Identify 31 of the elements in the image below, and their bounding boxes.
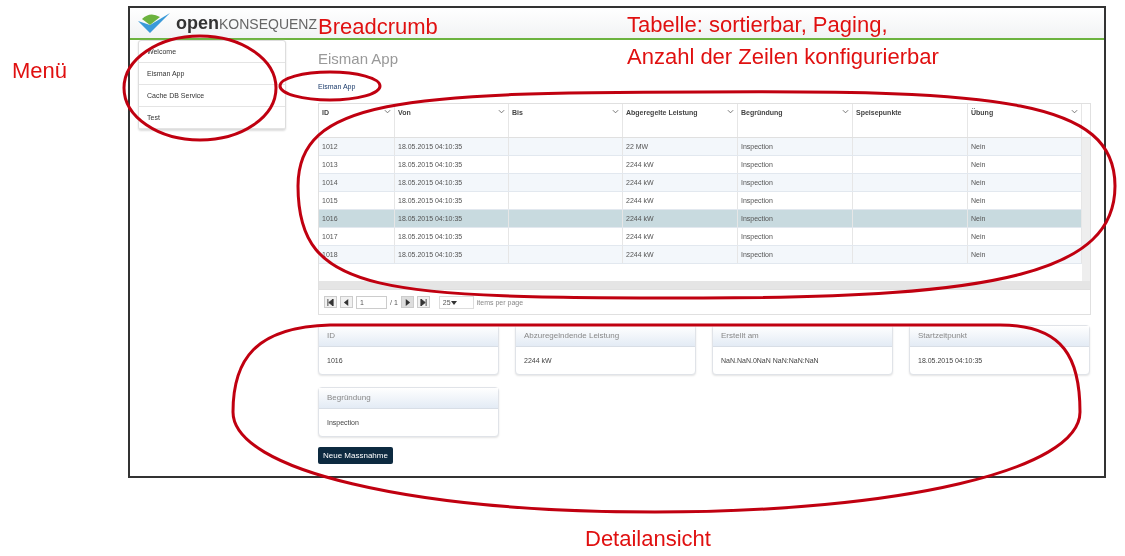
sort-chevron-icon[interactable] xyxy=(384,109,391,114)
sort-chevron-icon[interactable] xyxy=(842,109,849,114)
vertical-scrollbar[interactable] xyxy=(1082,138,1090,281)
annotation-label: Menü xyxy=(12,58,68,84)
page-title: Eisman App xyxy=(318,50,399,67)
card-label: Begründung xyxy=(319,388,498,409)
first-page-button[interactable] xyxy=(324,296,337,308)
sort-chevron-icon[interactable] xyxy=(1071,109,1078,114)
next-page-button[interactable] xyxy=(400,296,414,308)
last-page-icon xyxy=(419,298,427,306)
annotation-label: Detailansicht xyxy=(585,526,711,552)
card-label: ID xyxy=(319,326,498,347)
new-measure-button[interactable]: Neue Massnahme xyxy=(318,447,393,464)
caret-icon xyxy=(450,300,457,305)
annotation-label: Tabelle: sortierbar, Paging, xyxy=(627,12,888,38)
previous-page-button[interactable] xyxy=(340,296,353,308)
card-label: Abzuregelndende Leistung xyxy=(516,326,695,347)
sort-chevron-icon[interactable] xyxy=(498,109,505,114)
logo-text: openKONSEQUENZ xyxy=(176,12,317,34)
logo-icon xyxy=(136,11,172,35)
last-page-button[interactable] xyxy=(416,296,430,308)
sort-chevron-icon[interactable] xyxy=(727,109,734,114)
previous-page-icon xyxy=(343,298,350,306)
sort-chevron-icon[interactable] xyxy=(612,109,619,114)
annotation-label: Breadcrumb xyxy=(318,14,438,40)
first-page-icon xyxy=(327,298,334,306)
next-page-icon xyxy=(403,298,411,306)
card-label: Erstellt am xyxy=(713,326,892,347)
annotation-label: Anzahl der Zeilen konfigurierbar xyxy=(627,44,939,70)
card-label: Startzeitpunkt xyxy=(910,326,1089,347)
horizontal-scrollbar[interactable] xyxy=(319,281,1090,289)
